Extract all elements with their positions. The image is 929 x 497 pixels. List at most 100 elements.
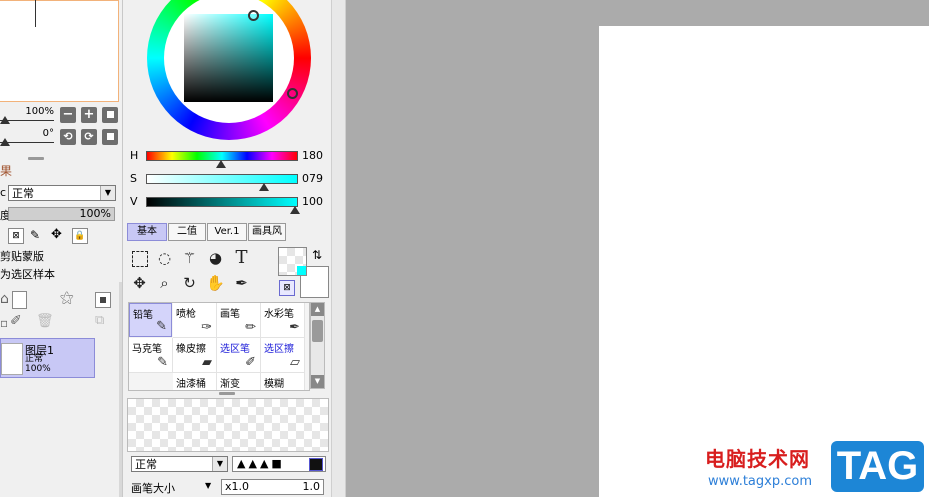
brush-shape-square-icon[interactable]: ■ — [271, 457, 284, 470]
zoom-reset-button[interactable] — [102, 107, 118, 123]
lock-transparency-icon[interactable]: ⊠ — [8, 228, 24, 244]
brush-label: 模糊 — [264, 379, 284, 390]
hue-ring-handle[interactable] — [287, 88, 298, 99]
chevron-down-icon: ▼ — [100, 186, 115, 200]
value-slider-thumb[interactable] — [290, 206, 300, 214]
layer-opacity-bar[interactable]: 100% — [8, 207, 115, 221]
rotate-tool-icon[interactable]: ↻ — [179, 273, 200, 294]
brush-shape-flat-icon[interactable]: ▲ — [260, 457, 271, 470]
s-value[interactable]: 079 — [302, 172, 323, 185]
brush-shape-hard-square-icon[interactable] — [309, 458, 323, 471]
brush-grid: 铅笔 ✎ 喷枪 ✑ 画笔 ✏ 水彩笔 ✒ 马克笔 ✎ 橡皮擦 ▰ 选区笔 ✐ 选区擦 ▱ 油漆桶… — [128, 302, 310, 391]
scroll-down-button[interactable]: ▼ — [311, 375, 324, 388]
brush-marker[interactable]: 马克笔 ✎ — [129, 338, 173, 373]
saturation-slider[interactable] — [146, 174, 298, 184]
tab-basic[interactable]: 基本 — [127, 223, 167, 241]
angle-value[interactable]: 0° — [24, 128, 54, 139]
lock-paint-icon[interactable]: ✎ — [30, 228, 40, 242]
rotate-right-button[interactable]: ⟳ — [81, 129, 97, 145]
layer-blend-mode-select[interactable]: 正常 ▼ — [8, 185, 116, 201]
delete-layer-icon[interactable]: 🗑 — [36, 313, 54, 329]
layer-item-selected[interactable]: 图层1 正常 100% — [0, 338, 95, 378]
scroll-thumb[interactable] — [312, 320, 323, 342]
magic-wand-icon[interactable]: ⚚ — [179, 248, 200, 269]
brush-size-multiplier: x1.0 — [225, 480, 250, 493]
pencil-icon: ✎ — [156, 319, 167, 334]
h-value[interactable]: 180 — [302, 149, 323, 162]
brush-grid-scrollbar[interactable]: ▲ ▼ — [310, 302, 325, 389]
zoom-tool-icon[interactable]: ⌕ — [154, 273, 175, 294]
tab-painting-style[interactable]: 画具风 — [248, 223, 286, 241]
merge-layer-icon[interactable]: ✐ — [10, 313, 22, 329]
new-layer-icon[interactable]: ⌂ — [0, 291, 9, 307]
brush-label: 铅笔 — [133, 310, 153, 321]
brush-brush[interactable]: 画笔 ✏ — [217, 303, 261, 338]
rotate-reset-button[interactable] — [102, 129, 118, 145]
hue-slider-thumb[interactable] — [216, 160, 226, 168]
tab-ver1[interactable]: Ver.1 — [207, 223, 247, 241]
brush-panel-splitter[interactable] — [219, 392, 235, 395]
brush-shape-selector[interactable]: ▲▲▲■ — [232, 456, 326, 472]
scroll-up-button[interactable]: ▲ — [311, 303, 324, 316]
clipping-mask-label[interactable]: 剪贴蒙版 — [0, 248, 44, 264]
brush-selection-pen[interactable]: 选区笔 ✐ — [217, 338, 261, 373]
chevron-down-icon: ▼ — [212, 457, 227, 471]
panel-splitter[interactable] — [28, 157, 44, 160]
move-tool-icon[interactable]: ✥ — [129, 273, 150, 294]
angle-slider-thumb[interactable] — [0, 138, 10, 146]
lasso-icon[interactable]: ◌ — [154, 248, 175, 269]
brush-size-label: 画笔大小 — [131, 482, 175, 495]
airbrush-icon: ✑ — [201, 320, 212, 335]
brush-blend-mode-select[interactable]: 正常 ▼ — [131, 456, 228, 472]
h-label: H — [130, 149, 139, 162]
effects-header[interactable]: 果 — [0, 162, 12, 179]
zoom-slider-thumb[interactable] — [0, 116, 10, 124]
brush-size-dropdown-icon[interactable]: ▼ — [205, 481, 211, 490]
canvas-document[interactable] — [599, 26, 929, 497]
hand-tool-icon[interactable]: ✋ — [205, 273, 226, 294]
saturation-slider-thumb[interactable] — [259, 183, 269, 191]
v-value[interactable]: 100 — [302, 195, 323, 208]
brush-watercolor[interactable]: 水彩笔 ✒ — [261, 303, 305, 338]
brush-blur[interactable]: 模糊 — [261, 373, 305, 390]
brush-blend-mode-value: 正常 — [135, 458, 157, 471]
brush-selection-eraser[interactable]: 选区擦 ▱ — [261, 338, 305, 373]
tool-panel-scrollbar[interactable] — [331, 0, 346, 497]
watermark-url: www.tagxp.com — [708, 474, 812, 489]
brush-eraser[interactable]: 橡皮擦 ▰ — [173, 338, 217, 373]
eraser-icon: ▰ — [202, 355, 212, 370]
value-slider[interactable] — [146, 197, 298, 207]
brush-label: 渐变 — [220, 379, 240, 390]
text-tool-icon[interactable]: T — [231, 247, 252, 268]
brush-gradient[interactable]: 渐变 — [217, 373, 261, 390]
sv-picker-handle[interactable] — [248, 10, 259, 21]
brush-shape-round-icon[interactable]: ▲ — [237, 457, 248, 470]
foreground-color-swatch[interactable] — [278, 247, 307, 276]
navigator-preview[interactable] — [0, 0, 119, 102]
layer-merge-down-icon[interactable]: ⧉ — [95, 313, 104, 328]
shape-tool-icon[interactable]: ◕ — [205, 248, 226, 269]
rect-select-icon[interactable] — [129, 248, 150, 269]
eyedropper-icon[interactable]: ✒ — [231, 273, 252, 294]
selection-source-label[interactable]: 为选区样本 — [0, 266, 55, 282]
new-layer-folder-icon[interactable] — [12, 291, 27, 309]
swap-colors-icon[interactable]: ⇅ — [312, 248, 322, 262]
saturation-value-square[interactable] — [184, 14, 273, 102]
zoom-in-button[interactable]: + — [81, 107, 97, 123]
zoom-out-button[interactable]: − — [60, 107, 76, 123]
brush-pencil[interactable]: 铅笔 ✎ — [129, 303, 172, 337]
lock-move-icon[interactable]: ✥ — [51, 227, 62, 242]
clear-layer-icon[interactable]: ▫ — [0, 316, 8, 330]
rotate-left-button[interactable]: ⟲ — [60, 129, 76, 145]
brush-bucket[interactable]: 油漆桶 — [173, 373, 217, 390]
transparent-color-icon[interactable]: ⊠ — [279, 280, 295, 296]
tab-binary[interactable]: 二值 — [168, 223, 206, 241]
layer-effects-icon[interactable]: ⚝ — [60, 290, 74, 306]
brush-size-field[interactable]: x1.0 1.0 — [221, 479, 324, 495]
brush-airbrush[interactable]: 喷枪 ✑ — [173, 303, 217, 338]
lock-all-icon[interactable]: 🔒 — [72, 228, 88, 244]
brush-shape-soft-icon[interactable]: ▲ — [248, 457, 259, 470]
brush-icon: ✏ — [245, 320, 256, 335]
layer-mask-icon[interactable] — [95, 292, 111, 308]
zoom-value[interactable]: 100% — [24, 106, 54, 117]
